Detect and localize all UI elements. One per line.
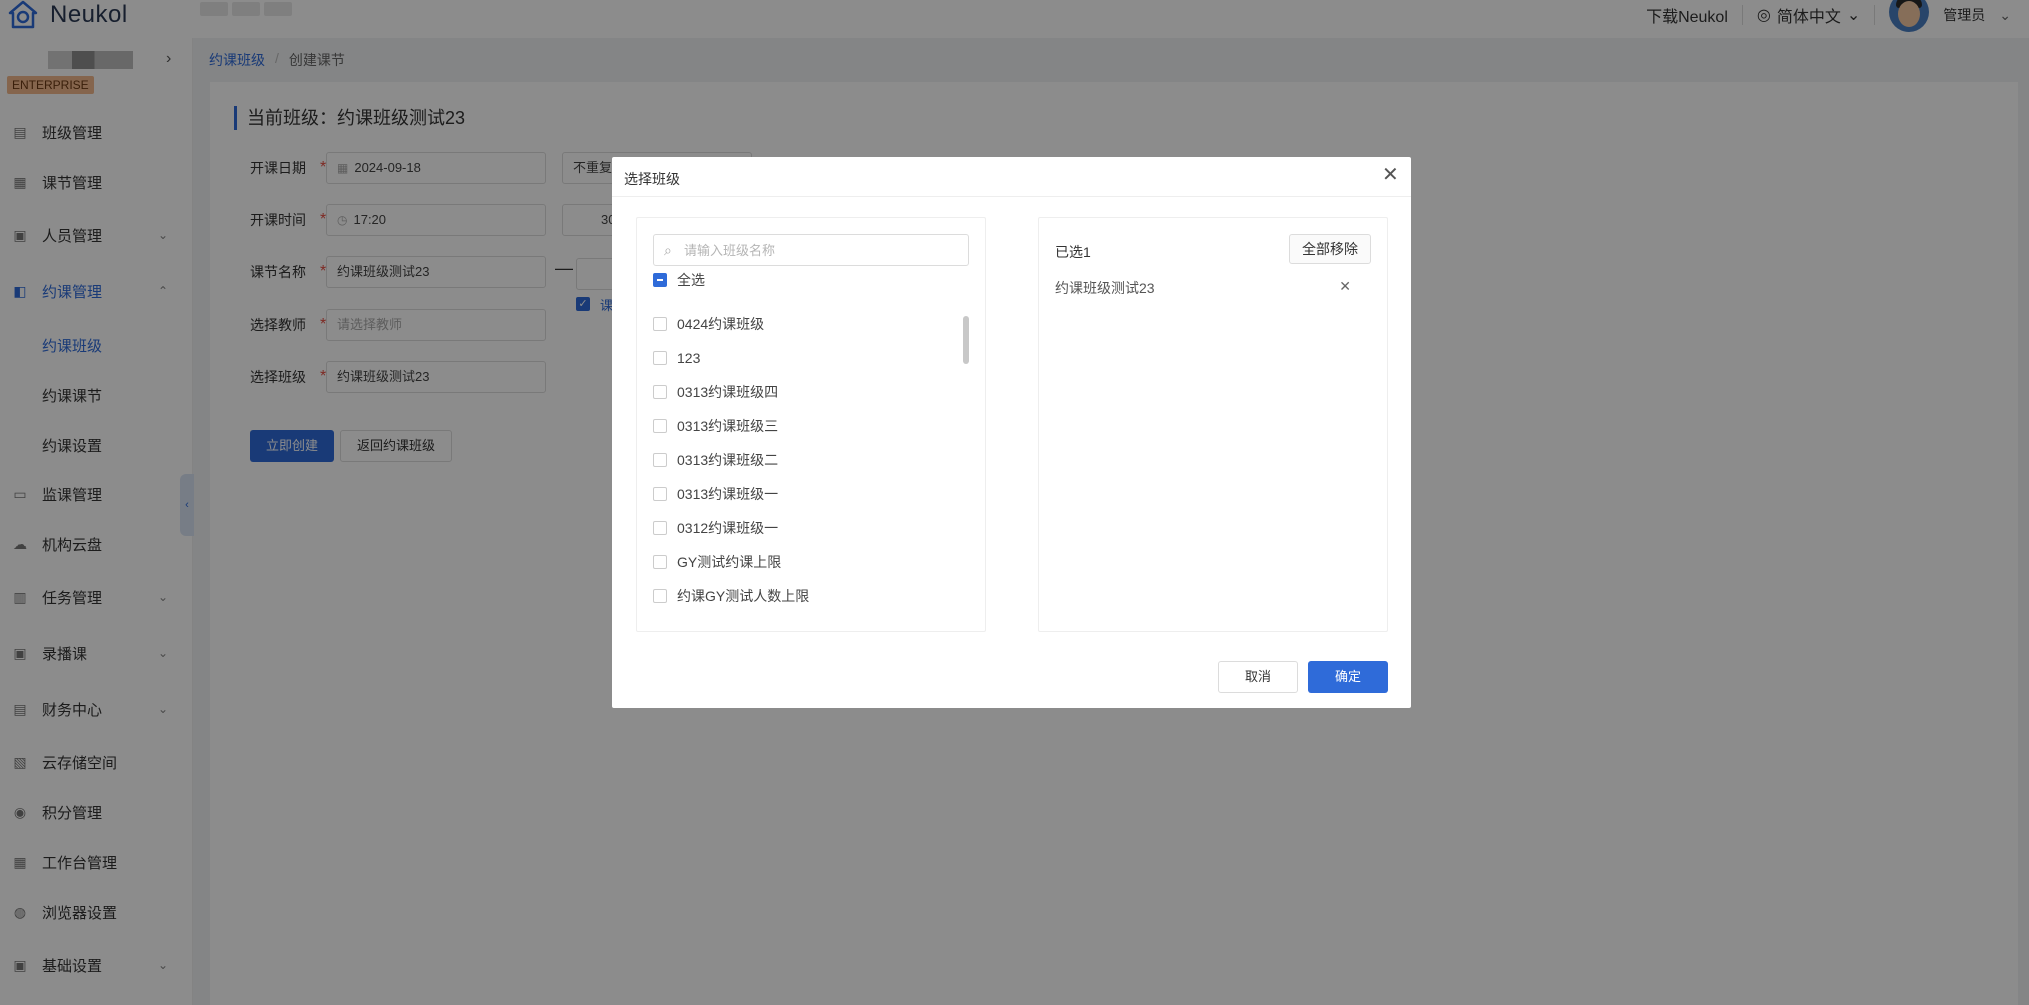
list-item[interactable]: 0313约课班级三 xyxy=(653,416,778,436)
class-search-input[interactable] xyxy=(684,240,954,260)
list-item[interactable]: 约课GY测试人数上限 xyxy=(653,586,809,606)
modal-header: 选择班级 ✕ xyxy=(612,157,1411,197)
selected-count: 已选1 xyxy=(1055,244,1091,260)
list-scrollbar[interactable] xyxy=(963,316,969,364)
checkbox-label: 约课GY测试人数上限 xyxy=(677,588,810,604)
checkbox[interactable] xyxy=(653,521,667,535)
checkbox[interactable] xyxy=(653,589,667,603)
selected-panel: 已选1 全部移除 约课班级测试23 ✕ xyxy=(1038,217,1388,632)
checkbox-label: 全选 xyxy=(677,272,705,288)
select-class-modal: 选择班级 ✕ ⌕ 全选 0424约课班级 123 0313约课班级四 0313约… xyxy=(612,157,1411,708)
checkbox-label: 0313约课班级二 xyxy=(677,452,779,468)
list-item[interactable]: 0312约课班级一 xyxy=(653,518,778,538)
checkbox-label: 0313约课班级四 xyxy=(677,384,779,400)
checkbox[interactable] xyxy=(653,487,667,501)
close-icon[interactable]: ✕ xyxy=(1382,165,1399,185)
list-item[interactable]: 123 xyxy=(653,348,700,368)
checkbox-label: GY测试约课上限 xyxy=(677,554,782,570)
checkbox[interactable] xyxy=(653,555,667,569)
checkbox-label: 0313约课班级一 xyxy=(677,486,779,502)
confirm-button[interactable]: 确定 xyxy=(1308,661,1388,693)
selected-item: 约课班级测试23 ✕ xyxy=(1055,278,1371,298)
checkbox-label: 123 xyxy=(677,350,701,366)
search-icon: ⌕ xyxy=(664,242,672,258)
list-item[interactable]: 0424约课班级 xyxy=(653,314,764,334)
list-item[interactable]: 0313约课班级一 xyxy=(653,484,778,504)
checkbox-label: 0424约课班级 xyxy=(677,316,765,332)
checkbox-indeterminate[interactable] xyxy=(653,273,667,287)
selected-item-label: 约课班级测试23 xyxy=(1055,280,1155,296)
checkbox-label: 0312约课班级一 xyxy=(677,520,779,536)
remove-all-button[interactable]: 全部移除 xyxy=(1289,234,1371,264)
cancel-button[interactable]: 取消 xyxy=(1218,661,1298,693)
checkbox-label: 0313约课班级三 xyxy=(677,418,779,434)
checkbox[interactable] xyxy=(653,385,667,399)
checkbox[interactable] xyxy=(653,351,667,365)
list-item[interactable]: GY测试约课上限 xyxy=(653,552,781,572)
list-item[interactable]: 0313约课班级二 xyxy=(653,450,778,470)
select-all-checkbox[interactable]: 全选 xyxy=(653,270,705,290)
modal-title: 选择班级 xyxy=(624,171,680,187)
list-item[interactable]: 0313约课班级四 xyxy=(653,382,778,402)
checkbox[interactable] xyxy=(653,419,667,433)
remove-icon[interactable]: ✕ xyxy=(1339,278,1351,295)
class-search-box[interactable]: ⌕ xyxy=(653,234,969,266)
checkbox[interactable] xyxy=(653,317,667,331)
class-list-panel: ⌕ 全选 0424约课班级 123 0313约课班级四 0313约课班级三 03… xyxy=(636,217,986,632)
checkbox[interactable] xyxy=(653,453,667,467)
